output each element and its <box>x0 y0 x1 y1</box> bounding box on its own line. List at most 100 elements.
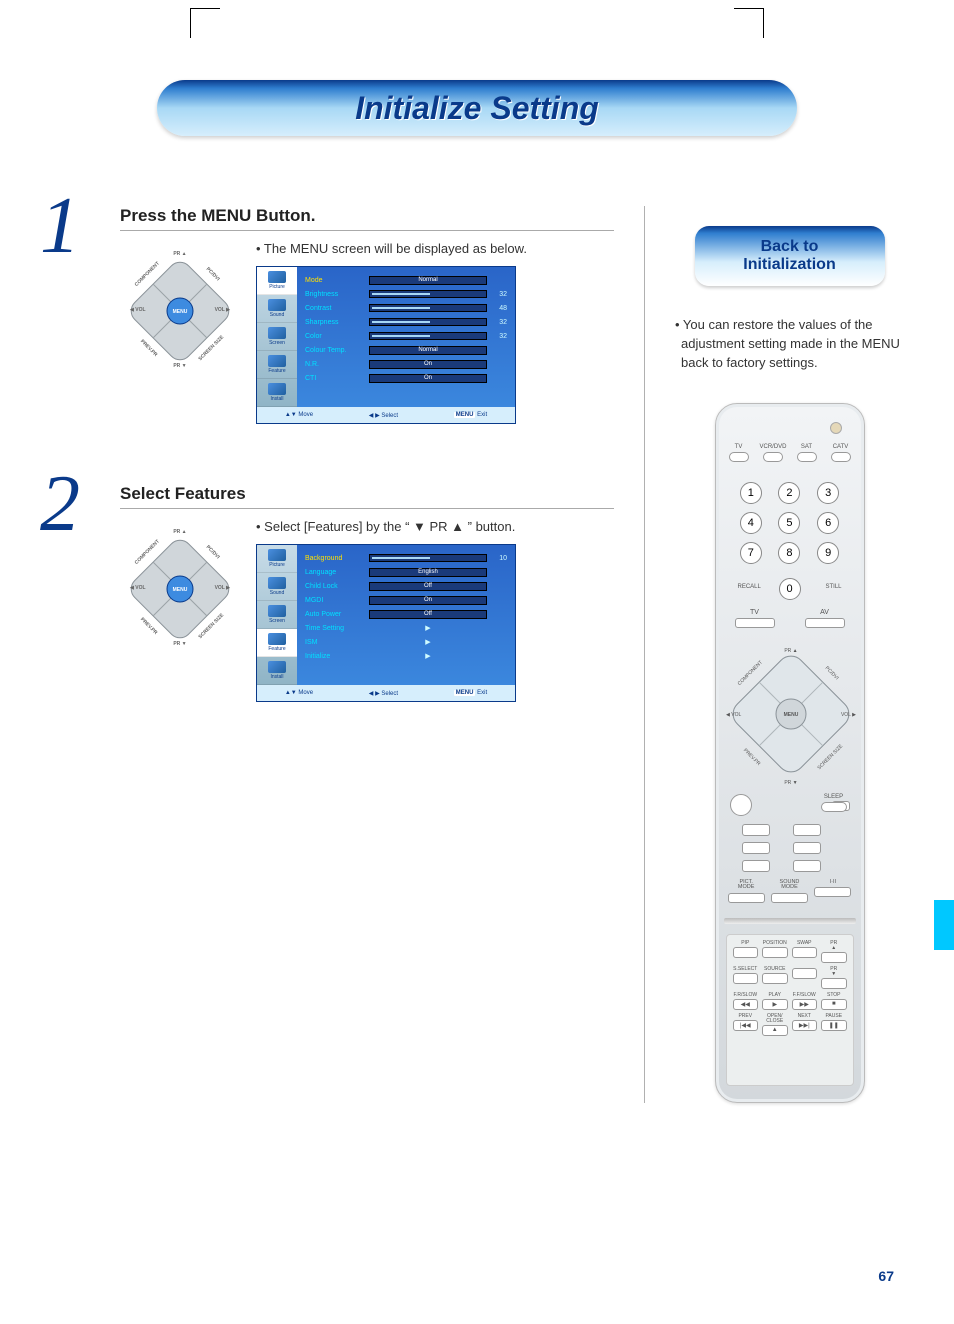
osd-row-number: 32 <box>491 291 507 298</box>
remote-lower-cell: PR ▼ <box>821 967 847 989</box>
remote-fn-button <box>793 860 821 872</box>
osd-row-label: Colour Temp. <box>305 347 365 354</box>
osd-row: N.R. On <box>305 357 507 371</box>
remote-led <box>830 422 842 434</box>
osd-footer: ▲▼ Move◀ ▶ SelectMENU Exit <box>257 685 515 701</box>
osd-row: Brightness 32 <box>305 287 507 301</box>
section-tab <box>934 900 954 950</box>
osd-row: Background10 <box>305 551 507 565</box>
osd-row-label: CTI <box>305 375 365 382</box>
osd-tab-icon <box>268 383 286 395</box>
remote-av-button <box>805 618 845 628</box>
remote-dpad-left: ◀ VOL <box>726 712 741 718</box>
remote-pictmode-button <box>728 893 765 903</box>
back-pill-line2: Initialization <box>743 256 835 274</box>
page-title-pill: Initialize Setting <box>157 80 797 136</box>
remote-lower-cell: PIP <box>733 941 759 963</box>
remote-lower-cell: POSITION <box>762 941 788 963</box>
dpad-label-right: VOL ▶ <box>215 585 232 591</box>
osd-tab-icon <box>268 271 286 283</box>
osd-row-slider <box>369 332 487 340</box>
step-1: 1 Press the MENU Button. <box>50 206 614 424</box>
osd-row-label: Color <box>305 333 365 340</box>
osd-row: Sharpness32 <box>305 315 507 329</box>
remote-num-button: 5 <box>778 512 800 534</box>
dpad-diagram: MENU PR ▲ PR ▼ ◀ VOL VOL ▶ COMPONENT PC/… <box>120 519 240 649</box>
osd-row: Child Lock Off <box>305 579 507 593</box>
page-title: Initialize Setting <box>355 90 599 127</box>
osd-row-label: Background <box>305 555 365 562</box>
osd-row: CTI On <box>305 371 507 385</box>
remote-num-button: 3 <box>817 482 839 504</box>
osd-row-value: On <box>369 374 487 383</box>
sidebar-description: • You can restore the values of the adju… <box>675 316 904 373</box>
osd-row-value: On <box>369 360 487 369</box>
osd-tab-label: Screen <box>269 340 285 346</box>
remote-recall-label: RECALL <box>738 584 761 590</box>
osd-tab-icon <box>268 577 286 589</box>
remote-illustration: TVVCR/DVDSATCATV 123456789 0 RECALL STIL… <box>675 403 904 1103</box>
dpad-label-ur: PC/DVI <box>205 544 221 560</box>
osd-row-label: Auto Power <box>305 611 365 618</box>
remote-lower-cell: NEXT▶▶| <box>792 1014 818 1036</box>
osd-row-label: Brightness <box>305 291 365 298</box>
remote-tv-button <box>735 618 775 628</box>
dpad-label-bottom: PR ▼ <box>173 641 186 647</box>
osd-row: ModeNormal <box>305 273 507 287</box>
osd-tab: Sound <box>257 295 297 323</box>
step-title: Press the MENU Button. <box>120 206 614 231</box>
osd-row-value: Off <box>369 582 487 591</box>
osd-tab-label: Install <box>270 674 283 680</box>
dpad-center-label: MENU <box>173 587 188 593</box>
osd-tab-icon <box>268 549 286 561</box>
osd-tab: Install <box>257 657 297 685</box>
dpad-label-left: ◀ VOL <box>129 307 146 313</box>
remote-pictmode-label: PICT. MODE <box>728 880 765 891</box>
dpad-label-right: VOL ▶ <box>215 307 232 313</box>
remote-fn-button <box>793 824 821 836</box>
osd-tab: Install <box>257 379 297 407</box>
osd-tab-label: Sound <box>270 590 284 596</box>
remote-source: CATV <box>828 444 854 462</box>
remote-lower-cell <box>792 967 818 989</box>
osd-footer: ▲▼ Move◀ ▶ SelectMENU Exit <box>257 407 515 423</box>
remote-source: SAT <box>794 444 820 462</box>
dpad-label-left: ◀ VOL <box>129 585 146 591</box>
remote-lower-cell: S.SELECT <box>733 967 759 989</box>
manual-page: Initialize Setting 1 Press the MENU Butt… <box>0 0 954 1324</box>
osd-row-number: 48 <box>491 305 507 312</box>
crop-mark <box>734 8 764 38</box>
osd-row-slider <box>369 290 487 298</box>
osd-row-label: N.R. <box>305 361 365 368</box>
dpad-label-top: PR ▲ <box>173 529 186 535</box>
osd-row-arrow: ▶ <box>369 624 487 632</box>
remote-num-button: 6 <box>817 512 839 534</box>
remote-soundmode-label: SOUND MODE <box>771 880 808 891</box>
back-to-pill: Back to Initialization <box>695 226 885 286</box>
remote-menu-label: MENU <box>783 712 798 718</box>
osd-row-value: English <box>369 568 487 577</box>
osd-menu-features: PictureSoundScreenFeatureInstallBackgrou… <box>256 544 516 702</box>
osd-tab-icon <box>268 355 286 367</box>
remote-dpad-bottom: PR ▼ <box>784 780 797 786</box>
remote-lower-cell: PREV|◀◀ <box>733 1014 759 1036</box>
remote-num-button: 4 <box>740 512 762 534</box>
remote-lower-cell: F.F/SLOW▶▶ <box>792 993 818 1010</box>
remote-lower-panel: PIPPOSITIONSWAPPR ▲S.SELECTSOURCEPR ▼F.R… <box>726 934 854 1086</box>
osd-row-label: Child Lock <box>305 583 365 590</box>
osd-tab-label: Picture <box>269 562 285 568</box>
remote-round-button <box>730 794 752 816</box>
step-desc: • Select [Features] by the “ ▼ PR ▲ ” bu… <box>256 519 614 534</box>
osd-row-arrow: ▶ <box>369 638 487 646</box>
remote-dpad-right: VOL ▶ <box>840 712 855 718</box>
dpad-label-bottom: PR ▼ <box>173 363 186 369</box>
osd-tab: Sound <box>257 573 297 601</box>
remote-lower-cell: PR ▲ <box>821 941 847 963</box>
back-pill-line1: Back to <box>743 238 835 256</box>
step-number: 1 <box>40 186 80 266</box>
remote-dpad-ur: PC/DVI <box>823 665 839 681</box>
osd-row: Auto PowerOff <box>305 607 507 621</box>
remote-num-button: 8 <box>778 542 800 564</box>
osd-row-slider <box>369 554 487 562</box>
remote-dpad-ll: PREV.PR <box>741 747 761 767</box>
